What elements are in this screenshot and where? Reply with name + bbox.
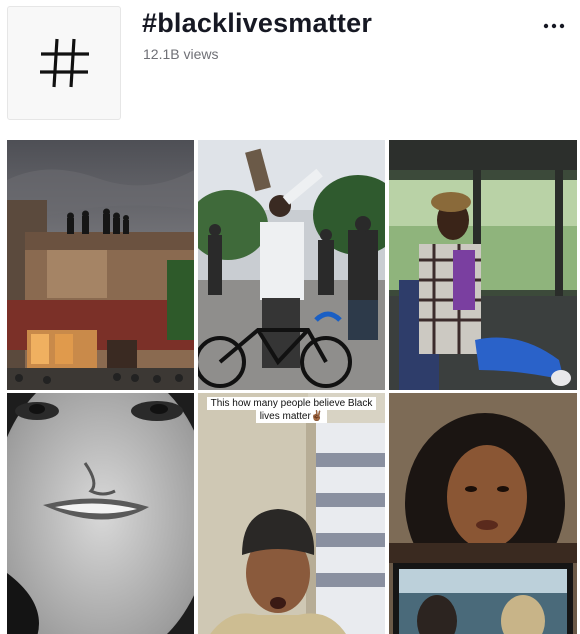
hashtag-header: #blacklivesmatter 12.1B views [0,0,580,130]
hash-icon [40,38,89,88]
video-tile-woman-portrait[interactable] [389,393,577,634]
video-thumbnail [7,140,194,390]
video-tile-beanie-selfie[interactable]: This how many people believe Black lives… [198,393,385,634]
video-thumbnail [198,140,385,390]
video-thumbnail [7,393,194,634]
hashtag-page: #blacklivesmatter 12.1B views This how m… [0,0,580,634]
more-options-button[interactable] [541,14,567,38]
video-thumbnail [389,393,577,634]
video-caption: This how many people believe Black lives… [198,397,385,423]
video-tile-rooftop-protest[interactable] [7,140,194,390]
view-count: 12.1B views [143,46,219,62]
video-tile-bus-passenger[interactable] [389,140,577,390]
hashtag-title: #blacklivesmatter [142,8,373,38]
video-tile-bw-closeup[interactable] [7,393,194,634]
more-horizontal-icon [543,23,565,29]
video-thumbnail [198,393,385,634]
hashtag-avatar [7,6,121,120]
video-caption-text: This how many people believe Black lives… [206,397,377,423]
video-grid: This how many people believe Black lives… [7,140,577,634]
video-tile-street-march[interactable] [198,140,385,390]
video-thumbnail [389,140,577,390]
